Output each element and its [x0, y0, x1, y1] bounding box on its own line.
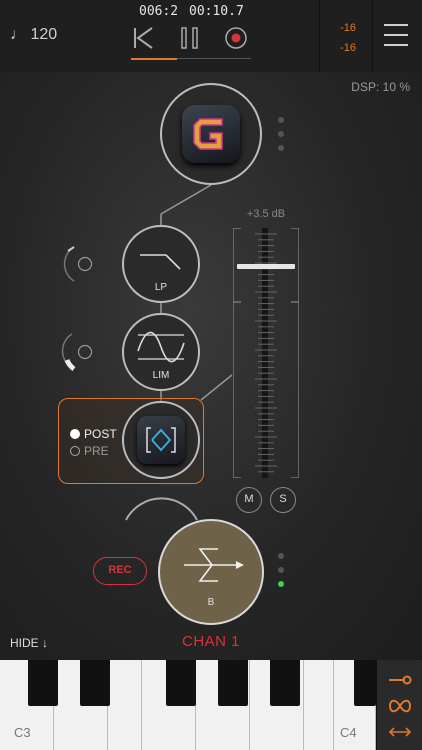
- tempo-display[interactable]: ♩ 120: [10, 26, 57, 44]
- top-bar: ♩ 120 006:2 00:10.7 -16 -16: [0, 0, 422, 73]
- rewind-icon: [134, 27, 153, 49]
- loop-button[interactable]: [387, 696, 413, 716]
- hamburger-icon: [384, 24, 408, 46]
- playhead-progress: [131, 58, 177, 60]
- piano-key[interactable]: [304, 660, 334, 750]
- pause-button[interactable]: [176, 24, 204, 52]
- lim-send-knob[interactable]: [58, 328, 104, 374]
- octave-label-right: C4: [340, 725, 357, 740]
- app-logo-g-icon: [182, 105, 240, 163]
- post-option[interactable]: POST: [70, 427, 117, 441]
- fx-slot-eq[interactable]: [122, 401, 200, 479]
- octave-shift-button[interactable]: [387, 722, 413, 742]
- piano-key[interactable]: [108, 660, 142, 750]
- fx-slot-lim[interactable]: LIM: [122, 313, 200, 391]
- limiter-icon: [137, 331, 185, 363]
- bus-slot[interactable]: B: [158, 519, 264, 625]
- fader-handle[interactable]: [237, 264, 295, 269]
- piano-black-key[interactable]: [270, 660, 300, 706]
- fx-lp-label: LP: [154, 282, 168, 293]
- fx-lim-label: LIM: [152, 370, 170, 381]
- piano-black-key[interactable]: [354, 660, 376, 706]
- instrument-slot[interactable]: [160, 83, 262, 185]
- left-right-arrow-icon: [388, 727, 412, 737]
- gain-readout: +3.5 dB: [246, 208, 286, 220]
- keyboard-settings-button[interactable]: [387, 668, 413, 688]
- piano-black-key[interactable]: [166, 660, 196, 706]
- instrument-status-dots: [278, 117, 284, 159]
- menu-button[interactable]: [384, 24, 408, 46]
- piano-black-key[interactable]: [80, 660, 110, 706]
- record-button[interactable]: [222, 24, 250, 52]
- volume-fader[interactable]: [233, 228, 299, 478]
- piano-keyboard[interactable]: C3 C4: [0, 660, 376, 750]
- octave-label-left: C3: [14, 725, 31, 740]
- output-meters: -16 -16: [319, 0, 373, 72]
- piano-black-key[interactable]: [218, 660, 248, 706]
- mute-button[interactable]: M: [236, 487, 262, 513]
- bus-status-dots: [278, 553, 284, 595]
- fx-slot-lp[interactable]: LP: [122, 225, 200, 303]
- channel-name[interactable]: CHAN 1: [0, 633, 422, 650]
- wrench-icon: [389, 675, 412, 685]
- piano-black-key[interactable]: [28, 660, 58, 706]
- record-icon: [225, 27, 247, 49]
- eq-plugin-icon: [137, 416, 185, 464]
- bus-record-button[interactable]: REC: [93, 557, 147, 585]
- keyboard-options: [376, 660, 422, 750]
- radio-selected-icon: [70, 429, 80, 439]
- pre-option[interactable]: PRE: [70, 444, 109, 458]
- infinity-icon: [388, 699, 412, 713]
- meter-right-value: -16: [340, 42, 356, 54]
- bus-label: B: [207, 597, 215, 608]
- lp-send-knob[interactable]: [60, 241, 106, 287]
- rewind-button[interactable]: [131, 24, 159, 52]
- time-counter: 00:10.7: [189, 4, 244, 19]
- dsp-load: DSP: 10 %: [351, 80, 410, 94]
- bar-beat-counter: 006:2: [139, 4, 179, 19]
- pause-icon: [181, 27, 198, 49]
- radio-empty-icon: [70, 446, 80, 456]
- solo-button[interactable]: S: [270, 487, 296, 513]
- lowpass-filter-icon: [140, 254, 181, 270]
- meter-left-value: -16: [340, 22, 356, 34]
- playhead-track[interactable]: [177, 58, 251, 59]
- sum-bus-icon: [184, 548, 244, 582]
